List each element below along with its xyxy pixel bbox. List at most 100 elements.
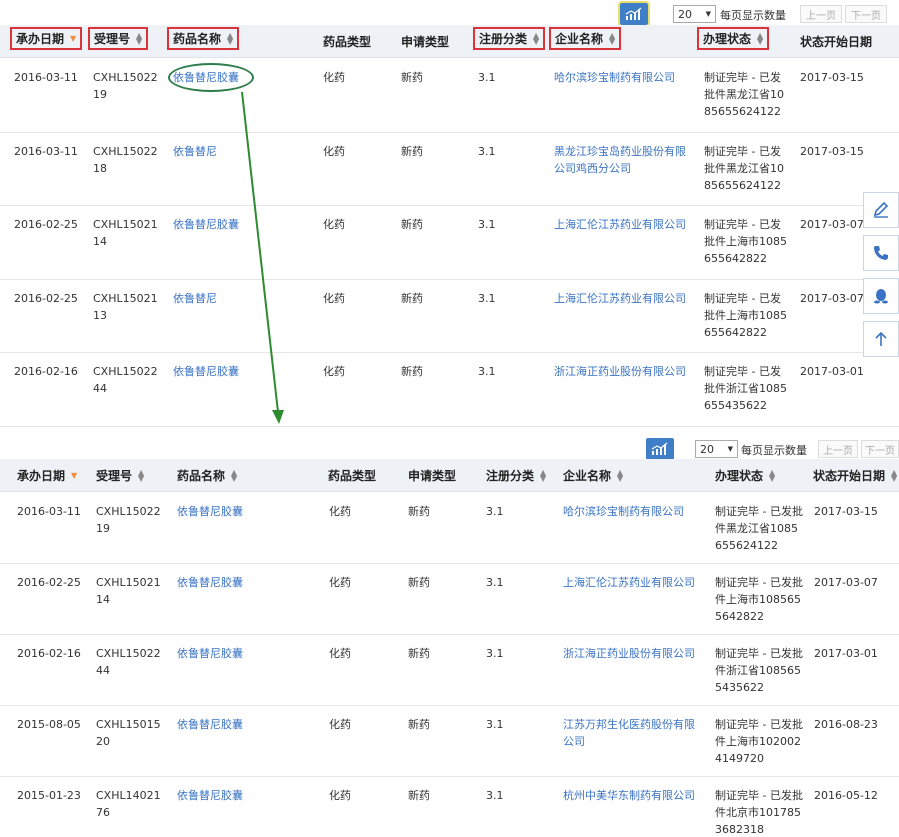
phone-button[interactable] [863, 235, 899, 271]
per-page-label: 每页显示数量 [741, 444, 807, 457]
cell-date: 2016-02-25 [14, 218, 78, 231]
next-page-button[interactable]: 下一页 [861, 440, 899, 458]
column-header-company[interactable]: 企业名称 ▲ ▼ [549, 27, 622, 50]
cell-drug-name[interactable]: 依鲁替尼 [173, 143, 217, 160]
cell-drug-name[interactable]: 依鲁替尼胶囊 [173, 363, 239, 380]
column-label: 企业名称 [555, 32, 604, 46]
cell-apply-type: 新药 [401, 365, 423, 378]
cell-drug-type: 化药 [329, 505, 351, 518]
cell-company[interactable]: 上海汇伦江苏药业有限公司 [554, 290, 686, 307]
prev-page-button[interactable]: 上一页 [818, 440, 858, 458]
column-label: 办理状态 [715, 469, 764, 483]
table-row: 2016-03-11 CXHL1502219 依鲁替尼胶囊 化药 新药 3.1 哈尔滨珍宝制… [0, 59, 899, 133]
cell-accept-no: CXHL1502114 [96, 576, 161, 606]
cell-drug-name[interactable]: 依鲁替尼胶囊 [177, 787, 243, 804]
cell-company[interactable]: 上海汇伦江苏药业有限公司 [554, 216, 686, 233]
chart-view-button[interactable] [646, 438, 674, 460]
cell-date: 2016-02-16 [17, 647, 81, 660]
sort-icon: ▲ ▼ [138, 467, 145, 483]
column-label: 企业名称 [563, 469, 612, 483]
cell-drug-name[interactable]: 依鲁替尼胶囊 [177, 716, 243, 733]
feedback-button[interactable] [863, 192, 899, 228]
cell-accept-no: CXHL1501520 [96, 718, 161, 748]
column-header-date[interactable]: 承办日期 ▼ [17, 467, 77, 484]
column-header-status[interactable]: 办理状态 ▲ ▼ [697, 27, 770, 50]
chart-icon [651, 442, 668, 455]
cell-company[interactable]: 黑龙江珍宝岛药业股份有限公司鸡西分公司 [554, 143, 686, 177]
column-header-company[interactable]: 企业名称 ▲ ▼ [563, 467, 623, 484]
cell-drug-type: 化药 [329, 647, 351, 660]
sort-icon: ▲ ▼ [757, 30, 764, 46]
chart-view-button[interactable] [618, 1, 650, 27]
cell-company[interactable]: 江苏万邦生化医药股份有限公司 [563, 716, 699, 750]
sort-icon: ▲ ▼ [540, 467, 547, 483]
cell-drug-type: 化药 [323, 71, 345, 84]
cell-apply-type: 新药 [408, 576, 430, 589]
cell-company[interactable]: 哈尔滨珍宝制药有限公司 [563, 503, 699, 520]
cell-reg-class: 3.1 [486, 718, 504, 731]
cell-status: 制证完毕 - 已发批件上海市1085655642822 [704, 218, 787, 265]
cell-status-start: 2017-03-07 [814, 576, 878, 589]
column-header-reg-class[interactable]: 注册分类 ▲ ▼ [486, 467, 546, 484]
cell-date: 2016-02-25 [14, 291, 78, 305]
cell-drug-type: 化药 [323, 291, 345, 305]
qq-chat-button[interactable] [863, 278, 899, 314]
page-size-value: 20 [678, 7, 692, 21]
cell-apply-type: 新药 [408, 789, 430, 802]
column-header-drug-name[interactable]: 药品名称 ▲ ▼ [177, 467, 237, 484]
page-size-select[interactable]: 20 ▼ [673, 5, 716, 23]
column-header-drug-name[interactable]: 药品名称 ▲ ▼ [167, 27, 240, 50]
column-header-drug-type: 药品类型 [328, 469, 377, 483]
column-header-drug-type: 药品类型 [323, 35, 372, 49]
cell-date: 2016-03-11 [17, 505, 81, 518]
sort-desc-icon: ▼ [70, 33, 77, 43]
cell-company[interactable]: 浙江海正药业股份有限公司 [563, 645, 699, 662]
cell-accept-no: CXHL1502244 [96, 647, 161, 677]
column-label: 注册分类 [486, 469, 535, 483]
cell-company[interactable]: 上海汇伦江苏药业有限公司 [563, 574, 699, 591]
column-header-status-start: 状态开始日期 [800, 35, 873, 49]
page-size-select[interactable]: 20 ▼ [695, 440, 738, 458]
cell-drug-type: 化药 [329, 576, 351, 589]
cell-apply-type: 新药 [408, 647, 430, 660]
prev-page-button[interactable]: 上一页 [800, 5, 842, 23]
cell-status-start: 2017-03-15 [800, 144, 864, 158]
column-header-status[interactable]: 办理状态 ▲ ▼ [715, 467, 775, 484]
cell-accept-no: CXHL1502219 [93, 71, 158, 101]
per-page-label: 每页显示数量 [720, 9, 786, 22]
column-label: 状态开始日期 [813, 469, 886, 483]
cell-company[interactable]: 浙江海正药业股份有限公司 [554, 363, 686, 380]
cell-reg-class: 3.1 [486, 647, 504, 660]
cell-company[interactable]: 哈尔滨珍宝制药有限公司 [554, 69, 686, 86]
cell-drug-name[interactable]: 依鲁替尼胶囊 [177, 645, 243, 662]
cell-date: 2016-02-16 [14, 365, 78, 378]
column-label: 受理号 [96, 469, 133, 483]
cell-status: 制证完毕 - 已发批件北京市1017853682318 [715, 789, 803, 836]
cell-drug-name[interactable]: 依鲁替尼胶囊 [173, 216, 239, 233]
back-to-top-button[interactable] [863, 321, 899, 357]
sort-icon: ▲ ▼ [609, 30, 616, 46]
cell-reg-class: 3.1 [478, 291, 496, 305]
column-header-date[interactable]: 承办日期 ▼ [10, 27, 83, 50]
cell-drug-name[interactable]: 依鲁替尼胶囊 [177, 503, 243, 520]
cell-company[interactable]: 杭州中美华东制药有限公司 [563, 787, 699, 804]
cell-date: 2016-03-11 [14, 71, 78, 84]
sort-icon: ▲ ▼ [231, 467, 238, 483]
column-header-accept-no[interactable]: 受理号 ▲ ▼ [96, 467, 144, 484]
next-page-button[interactable]: 下一页 [845, 5, 887, 23]
table-row: 2016-02-25 CXHL1502113 依鲁替尼 化药 新药 3.1 上海汇伦江苏药业… [0, 280, 899, 353]
cell-status-start: 2016-05-12 [814, 789, 878, 802]
cell-drug-type: 化药 [323, 144, 345, 158]
qq-penguin-icon [874, 289, 888, 304]
column-header-status-start[interactable]: 状态开始日期 ▲ ▼ [813, 467, 897, 484]
cell-drug-name[interactable]: 依鲁替尼胶囊 [177, 574, 243, 591]
dropdown-caret-icon: ▼ [705, 10, 711, 18]
column-header-reg-class[interactable]: 注册分类 ▲ ▼ [473, 27, 546, 50]
cell-drug-name[interactable]: 依鲁替尼 [173, 290, 217, 307]
cell-accept-no: CXHL1502218 [93, 144, 158, 175]
page-size-value: 20 [700, 442, 714, 456]
cell-accept-no: CXHL1502244 [93, 365, 158, 395]
cell-status-start: 2017-03-15 [814, 505, 878, 518]
cell-drug-name[interactable]: 依鲁替尼胶囊 [173, 69, 239, 86]
column-header-accept-no[interactable]: 受理号 ▲ ▼ [88, 27, 149, 50]
